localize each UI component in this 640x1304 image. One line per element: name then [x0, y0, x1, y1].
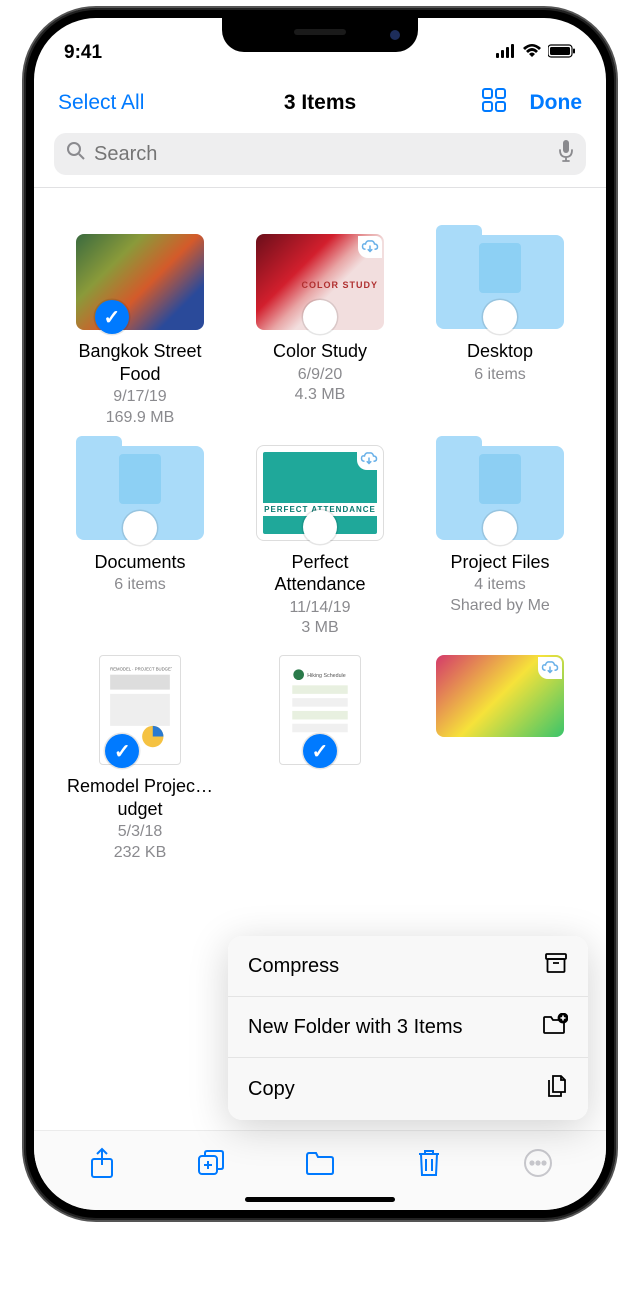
menu-compress[interactable]: Compress: [228, 936, 588, 997]
search-icon: [66, 141, 86, 167]
file-size: 4.3 MB: [295, 385, 346, 406]
folder-count: 6 items: [114, 575, 166, 596]
file-date: 5/3/18: [118, 822, 162, 843]
select-all-button[interactable]: Select All: [58, 91, 144, 115]
file-thumbnail: [76, 234, 204, 330]
selection-check-icon[interactable]: [105, 734, 139, 768]
file-name: Color Study: [273, 340, 367, 363]
done-button[interactable]: Done: [530, 91, 583, 115]
cloud-download-icon: [358, 236, 382, 258]
file-thumbnail: [256, 234, 384, 330]
nav-bar: Select All 3 Items Done: [34, 70, 606, 129]
file-size: 169.9 MB: [106, 408, 174, 429]
delete-button[interactable]: [411, 1145, 447, 1181]
file-item[interactable]: Bangkok Street Food 9/17/19 169.9 MB: [54, 234, 226, 429]
cloud-download-icon: [538, 657, 562, 679]
folder-count: 6 items: [474, 365, 526, 386]
selection-check-icon[interactable]: [95, 300, 129, 334]
file-thumbnail: REMODEL · PROJECT BUDGET: [99, 655, 181, 765]
folder-name: Project Files: [450, 551, 549, 574]
file-thumbnail: PERFECT ATTENDANCE: [256, 445, 384, 541]
svg-text:REMODEL · PROJECT BUDGET: REMODEL · PROJECT BUDGET: [110, 667, 172, 672]
folder-item[interactable]: Documents 6 items: [54, 445, 226, 640]
more-button[interactable]: [520, 1145, 556, 1181]
status-time: 9:41: [64, 42, 102, 64]
file-item[interactable]: PERFECT ATTENDANCE Perfect Attendance 11…: [234, 445, 406, 640]
folder-item[interactable]: Project Files 4 items Shared by Me: [414, 445, 586, 640]
file-date: 11/14/19: [289, 598, 350, 619]
menu-label: New Folder with 3 Items: [248, 1016, 463, 1039]
svg-text:Hiking Schedule: Hiking Schedule: [307, 673, 346, 679]
file-name: Bangkok Street Food: [65, 340, 215, 385]
selection-circle[interactable]: [303, 300, 337, 334]
folder-count: 4 items: [474, 575, 526, 596]
menu-label: Compress: [248, 955, 339, 978]
cloud-download-icon: [357, 448, 381, 470]
context-menu: Compress New Folder with 3 Items Copy: [228, 936, 588, 1120]
file-item[interactable]: Color Study 6/9/20 4.3 MB: [234, 234, 406, 429]
selection-circle[interactable]: [123, 511, 157, 545]
folder-shared: Shared by Me: [450, 596, 550, 617]
copy-icon: [546, 1074, 568, 1104]
file-thumbnail: [436, 655, 564, 737]
share-button[interactable]: [84, 1145, 120, 1181]
duplicate-button[interactable]: [193, 1145, 229, 1181]
page-title: 3 Items: [284, 91, 356, 115]
move-button[interactable]: [302, 1145, 338, 1181]
new-folder-icon: [542, 1013, 568, 1041]
folder-name: Desktop: [467, 340, 533, 363]
selection-circle[interactable]: [303, 510, 337, 544]
folder-thumbnail: [76, 445, 204, 541]
search-input[interactable]: [94, 143, 359, 166]
screen: 9:41 Select All 3 Items Done: [34, 18, 606, 1210]
cellular-icon: [496, 42, 516, 64]
menu-label: Copy: [248, 1078, 295, 1101]
menu-new-folder[interactable]: New Folder with 3 Items: [228, 997, 588, 1058]
view-grid-icon[interactable]: [480, 86, 508, 119]
folder-item[interactable]: Desktop 6 items: [414, 234, 586, 429]
mic-icon[interactable]: [558, 140, 574, 168]
home-indicator[interactable]: [245, 1197, 395, 1202]
wifi-icon: [522, 42, 542, 64]
battery-icon: [548, 42, 576, 64]
file-grid: Bangkok Street Food 9/17/19 169.9 MB Col…: [34, 188, 606, 864]
file-item[interactable]: Hiking Schedule: [234, 655, 406, 864]
notch: [222, 18, 418, 52]
file-date: 6/9/20: [298, 365, 342, 386]
file-date: 9/17/19: [113, 387, 166, 408]
search-bar[interactable]: [54, 133, 586, 175]
archive-icon: [544, 952, 568, 980]
folder-thumbnail: [436, 234, 564, 330]
selection-check-icon[interactable]: [303, 734, 337, 768]
file-size: 3 MB: [301, 618, 338, 639]
file-item[interactable]: [414, 655, 586, 864]
file-name: Perfect Attendance: [245, 551, 395, 596]
file-item[interactable]: REMODEL · PROJECT BUDGET Remodel Projec……: [54, 655, 226, 864]
phone-frame: 9:41 Select All 3 Items Done: [24, 8, 616, 1220]
file-size: 232 KB: [114, 843, 166, 864]
menu-copy[interactable]: Copy: [228, 1058, 588, 1120]
file-name: Remodel Projec…udget: [65, 775, 215, 820]
folder-name: Documents: [94, 551, 185, 574]
file-thumbnail: Hiking Schedule: [279, 655, 361, 765]
selection-circle[interactable]: [483, 300, 517, 334]
selection-circle[interactable]: [483, 511, 517, 545]
folder-thumbnail: [436, 445, 564, 541]
